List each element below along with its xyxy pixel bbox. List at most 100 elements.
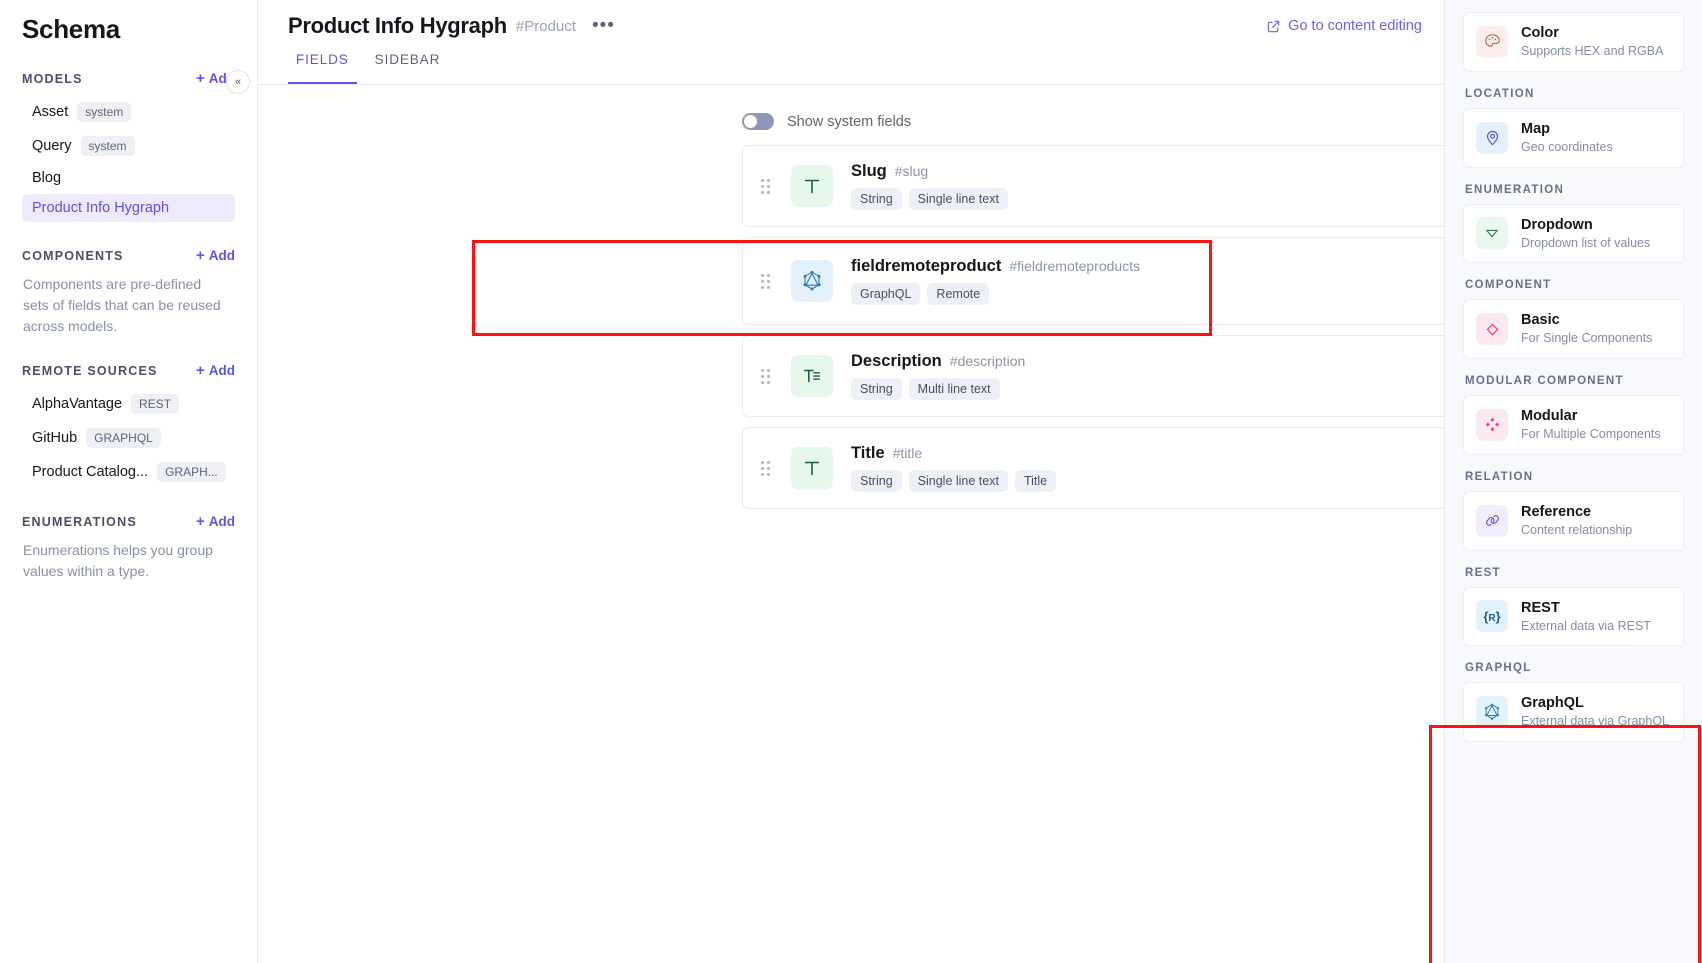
sidebar-item-label: Asset xyxy=(32,104,69,120)
field-type-group-heading: REST xyxy=(1465,566,1501,579)
field-type-map[interactable]: Map Geo coordinates xyxy=(1463,107,1684,168)
sidebar-section-title: REMOTE SOURCES xyxy=(22,363,158,378)
field-type-subtitle: Dropdown list of values xyxy=(1521,235,1651,250)
sidebar-collapse-button[interactable]: « xyxy=(226,70,250,94)
field-api-id: #slug xyxy=(894,163,929,179)
field-tags: String Single line text xyxy=(851,188,1443,210)
external-edit-icon xyxy=(1267,20,1280,32)
sidebar-section-models-header: MODELS + Add xyxy=(22,71,235,86)
field-card-description[interactable]: Description #description String Multi li… xyxy=(742,335,1444,417)
field-type-basic[interactable]: Basic For Single Components xyxy=(1463,299,1684,359)
field-card-slug[interactable]: Slug #slug String Single line text xyxy=(742,145,1444,227)
add-component-button[interactable]: + Add xyxy=(196,248,235,263)
field-type-title: Map xyxy=(1521,120,1550,137)
field-api-id: #fieldremoteproducts xyxy=(1009,258,1141,274)
field-type-title: Basic xyxy=(1521,312,1560,329)
sidebar-item-product-catalog[interactable]: Product Catalog... GRAPH... xyxy=(22,456,235,488)
sidebar-item-alphavantage[interactable]: AlphaVantage REST xyxy=(22,388,235,420)
field-type-subtitle: External data via GraphQL xyxy=(1521,714,1669,729)
field-type-group-enumeration: ENUMERATION Dropdown Dropdown list of va… xyxy=(1463,184,1684,264)
sidebar-section-enumerations-header: ENUMERATIONS + Add xyxy=(22,514,235,529)
dropdown-triangle-icon xyxy=(1476,217,1508,250)
sidebar-item-blog[interactable]: Blog xyxy=(22,164,235,192)
field-type-group-color: Color Supports HEX and RGBA xyxy=(1463,12,1684,72)
show-system-fields-toggle[interactable] xyxy=(742,113,774,130)
field-body: fieldremoteproduct #fieldremoteproducts … xyxy=(851,257,1443,305)
add-enumeration-button[interactable]: + Add xyxy=(196,514,235,529)
field-type-modular[interactable]: Modular For Multiple Components xyxy=(1463,395,1684,455)
field-card-title[interactable]: Title #title String Single line text Tit… xyxy=(742,427,1444,509)
enumerations-description: Enumerations helps you group values with… xyxy=(23,542,213,579)
model-title: Product Info Hygraph xyxy=(288,13,507,38)
field-tags: String Single line text Title xyxy=(851,470,1443,492)
field-name-row: Slug #slug xyxy=(851,162,1443,181)
header-bar: Product Info Hygraph #Product ••• Go to … xyxy=(258,0,1444,52)
rest-braces-icon: {R} xyxy=(1476,600,1508,633)
field-list: Slug #slug String Single line text field… xyxy=(742,145,1444,509)
drag-handle-icon[interactable] xyxy=(761,273,777,289)
field-tag: GraphQL xyxy=(851,283,921,305)
status-badge: system xyxy=(80,136,135,156)
sidebar-item-query[interactable]: Query system xyxy=(22,130,235,162)
components-description: Components are pre-defined sets of field… xyxy=(23,276,221,334)
field-type-color[interactable]: Color Supports HEX and RGBA xyxy=(1463,12,1684,72)
link-chain-icon xyxy=(1476,504,1508,537)
chevron-double-left-icon: « xyxy=(234,76,242,88)
field-type-group-heading: RELATION xyxy=(1465,470,1534,483)
main-content: Product Info Hygraph #Product ••• Go to … xyxy=(258,0,1444,963)
go-to-content-editing-link[interactable]: Go to content editing xyxy=(1266,18,1422,34)
drag-handle-icon[interactable] xyxy=(761,460,777,476)
field-tag: String xyxy=(851,188,902,210)
field-tags: GraphQL Remote xyxy=(851,283,1443,305)
more-options-button[interactable]: ••• xyxy=(592,16,615,36)
model-tabs: FIELDS SIDEBAR xyxy=(258,52,1444,85)
field-tag: Title xyxy=(1014,470,1057,492)
field-type-group-heading: GRAPHQL xyxy=(1465,662,1532,675)
model-api-id: #Product xyxy=(515,17,576,35)
sidebar-item-github[interactable]: GitHub GRAPHQL xyxy=(22,422,235,454)
field-card-fieldremoteproduct[interactable]: fieldremoteproduct #fieldremoteproducts … xyxy=(742,237,1444,325)
field-name-row: Title #title xyxy=(851,444,1443,463)
field-tag: String xyxy=(851,378,902,400)
tab-fields[interactable]: FIELDS xyxy=(288,52,357,84)
field-type-text: Map Geo coordinates xyxy=(1521,120,1613,156)
field-type-title: GraphQL xyxy=(1521,695,1584,712)
add-label: Add xyxy=(208,248,235,263)
diamond-icon xyxy=(1476,313,1508,346)
field-type-dropdown[interactable]: Dropdown Dropdown list of values xyxy=(1463,203,1684,264)
field-type-graphql[interactable]: GraphQL External data via GraphQL xyxy=(1463,682,1684,742)
field-type-subtitle: Content relationship xyxy=(1521,522,1633,537)
field-type-subtitle: For Single Components xyxy=(1521,331,1653,346)
field-type-subtitle: For Multiple Components xyxy=(1521,427,1661,442)
field-tag: Single line text xyxy=(908,470,1008,492)
field-type-rest[interactable]: {R} REST External data via REST xyxy=(1463,586,1684,647)
sidebar-models-list: Asset system Query system Blog Product I… xyxy=(22,96,235,222)
tab-sidebar[interactable]: SIDEBAR xyxy=(367,52,449,84)
field-type-group-heading: MODULAR COMPONENT xyxy=(1465,375,1624,387)
field-type-group-location: LOCATION Map Geo coordinates xyxy=(1463,88,1684,168)
sidebar-item-label: Query xyxy=(32,138,72,154)
app-root: Schema MODELS + Add Asset system Query s… xyxy=(0,0,1702,963)
sidebar-item-label: Blog xyxy=(32,170,62,186)
field-api-id: #title xyxy=(892,445,923,461)
field-tag: String xyxy=(851,470,902,492)
add-remote-source-button[interactable]: + Add xyxy=(196,363,235,378)
sidebar-section-components-header: COMPONENTS + Add xyxy=(22,248,235,263)
drag-handle-icon[interactable] xyxy=(761,178,777,194)
plus-icon: + xyxy=(195,513,205,530)
drag-handle-icon[interactable] xyxy=(761,368,777,384)
field-type-reference[interactable]: Reference Content relationship xyxy=(1463,490,1684,551)
sidebar-section-title: MODELS xyxy=(22,71,83,86)
sidebar-item-label: AlphaVantage xyxy=(32,396,123,412)
sidebar-item-asset[interactable]: Asset system xyxy=(22,96,235,128)
field-type-group-heading: LOCATION xyxy=(1465,87,1535,100)
field-body: Description #description String Multi li… xyxy=(851,352,1443,400)
field-type-text: GraphQL External data via GraphQL xyxy=(1521,694,1669,730)
sidebar-item-product-info-hygraph[interactable]: Product Info Hygraph xyxy=(22,194,235,222)
field-tag: Remote xyxy=(927,283,990,305)
field-name-row: fieldremoteproduct #fieldremoteproducts xyxy=(851,257,1443,276)
field-type-text: REST External data via REST xyxy=(1521,599,1651,635)
field-type-title: Reference xyxy=(1521,503,1592,520)
sidebar-section-remote-sources-header: REMOTE SOURCES + Add xyxy=(22,363,235,378)
field-type-text: Modular For Multiple Components xyxy=(1521,407,1661,443)
